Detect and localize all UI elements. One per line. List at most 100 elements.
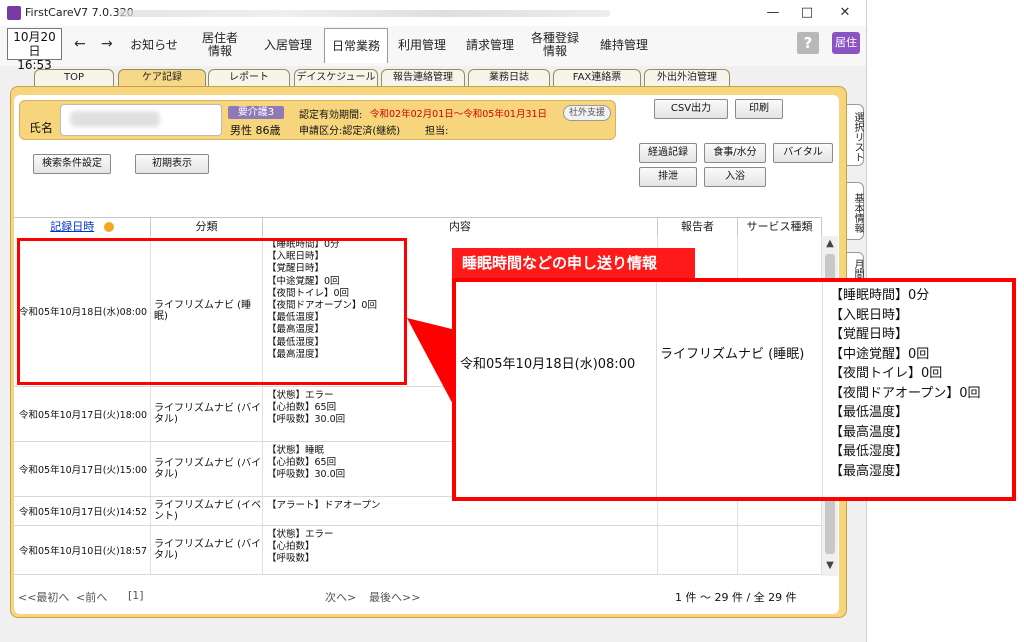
maximize-button[interactable]: □ [792, 4, 822, 22]
date-display: 10月20日 16:53 [7, 28, 62, 72]
validity-value: 令和02年02月01日～令和05年01月31日 [370, 109, 548, 120]
date-text: 10月20日 [13, 30, 56, 58]
row-service-type [738, 526, 822, 574]
forward-arrow-icon[interactable]: → [101, 36, 113, 52]
row-datetime: 令和05年10月10日(火)18:57 [14, 526, 151, 574]
menu-billing[interactable]: 請求管理 [460, 28, 520, 62]
care-level-badge: 要介護3 [228, 106, 284, 119]
tab-day-schedule[interactable]: デイスケジュール [294, 69, 378, 86]
row-datetime: 令和05年10月17日(火)15:00 [14, 442, 151, 496]
next-page-link[interactable]: 次へ> [325, 589, 356, 605]
row-content: 【アラート】ドアオープン [263, 497, 658, 525]
callout-line: 【最高温度】 [830, 424, 909, 440]
header-reporter: 報告者 [658, 218, 738, 236]
scroll-up-icon[interactable]: ▲ [822, 238, 838, 249]
progress-record-button[interactable]: 経過記録 [639, 143, 697, 163]
callout-divider [822, 282, 823, 497]
excretion-button[interactable]: 排泄 [639, 167, 697, 187]
content-line: 【状態】エラー [267, 529, 334, 540]
minimize-button[interactable]: — [758, 4, 788, 22]
menu-registration[interactable]: 各種登録 情報 [527, 28, 583, 62]
menu-usage[interactable]: 利用管理 [392, 28, 452, 62]
menu-maintenance[interactable]: 維持管理 [592, 28, 656, 62]
row-category: ライフリズムナビ (バイタル) [151, 387, 263, 441]
tab-top[interactable]: TOP [34, 69, 114, 86]
highlight-box [17, 238, 407, 385]
scroll-down-icon[interactable]: ▼ [822, 560, 838, 571]
callout-line: 【夜間トイレ】0回 [830, 366, 943, 381]
callout-line: 【夜間ドアオープン】0回 [830, 385, 981, 401]
residence-button[interactable]: 居住 [832, 32, 860, 54]
tab-outing[interactable]: 外出外泊管理 [644, 69, 730, 86]
blurred-title-info [118, 10, 610, 17]
initial-display-button[interactable]: 初期表示 [135, 154, 209, 174]
tab-fax[interactable]: FAX連絡票 [553, 69, 641, 86]
app-icon [7, 6, 21, 20]
application-status: 申請区分:認定済(継続) [299, 126, 401, 137]
row-category: ライフリズムナビ (バイタル) [151, 526, 263, 574]
bath-button[interactable]: 入浴 [704, 167, 766, 187]
row-category: ライフリズムナビ (イベント) [151, 497, 263, 525]
content-line: 【呼吸数】 [267, 553, 315, 565]
staff-label: 担当: [425, 126, 449, 137]
sort-icon[interactable] [103, 222, 114, 232]
callout-datetime: 令和05年10月18日(水)08:00 [460, 357, 636, 372]
side-tab-select-list[interactable]: 選択リスト [847, 104, 864, 166]
gender-age: 男性 86歳 [230, 124, 281, 137]
external-support-badge[interactable]: 社外支援 [563, 105, 611, 121]
table-row[interactable]: 令和05年10月17日(火)14:52 ライフリズムナビ (イベント) 【アラー… [14, 497, 822, 526]
row-service-type [738, 497, 822, 525]
blurred-name [70, 111, 160, 127]
callout-category: ライフリズムナビ (睡眠) [660, 347, 805, 362]
content-line: 【心拍数】 [267, 541, 315, 553]
menu-resident-info[interactable]: 居住者 情報 [195, 28, 245, 62]
tab-report[interactable]: レポート [208, 69, 290, 86]
last-page-link[interactable]: 最後へ>> [369, 589, 420, 605]
row-reporter [658, 497, 738, 525]
csv-export-button[interactable]: CSV出力 [654, 99, 728, 119]
side-tab-basic-info[interactable]: 基本情報 [847, 182, 864, 240]
callout-line: 【中途覚醒】0回 [830, 346, 930, 362]
callout-line: 【入眠日時】 [830, 307, 909, 323]
header-service-type: サービス種類 [738, 218, 822, 236]
header-datetime[interactable]: 記録日時 [14, 218, 151, 236]
header-category: 分類 [151, 218, 263, 236]
table-row[interactable]: 令和05年10月10日(火)18:57 ライフリズムナビ (バイタル) 【状態】… [14, 526, 822, 575]
callout-content: 【睡眠時間】0分 【入眠日時】 【覚醒日時】 【中途覚醒】0回 【夜間トイレ】0… [830, 286, 981, 481]
title-bar: FirstCareV7 7.0.320 — □ ✕ [0, 0, 866, 26]
callout-line: 【最低温度】 [830, 405, 909, 420]
content-line: 【アラート】ドアオープン [267, 500, 381, 511]
row-datetime: 令和05年10月17日(火)14:52 [14, 497, 151, 525]
close-button[interactable]: ✕ [830, 4, 860, 22]
validity-label: 認定有効期間: [299, 110, 363, 121]
back-arrow-icon[interactable]: ← [74, 36, 86, 52]
menu-notice[interactable]: お知らせ [124, 28, 184, 62]
tab-care-record[interactable]: ケア記録 [118, 69, 206, 86]
row-reporter [658, 526, 738, 574]
tab-report-contact[interactable]: 報告連絡管理 [381, 69, 465, 86]
callout-divider [656, 282, 657, 497]
menu-daily-work[interactable]: 日常業務 [324, 28, 388, 63]
callout-line: 【覚醒日時】 [830, 327, 909, 342]
help-icon[interactable]: ? [797, 32, 819, 54]
prev-page-link[interactable]: <前へ [76, 589, 107, 605]
row-content: 【状態】エラー 【心拍数】 【呼吸数】 [263, 526, 658, 574]
datetime-sort-link[interactable]: 記録日時 [50, 220, 94, 233]
vital-button[interactable]: バイタル [773, 143, 833, 163]
callout-line: 【睡眠時間】0分 [830, 288, 930, 303]
tab-work-diary[interactable]: 業務日誌 [468, 69, 550, 86]
table-header: 記録日時 分類 内容 報告者 サービス種類 [14, 217, 822, 237]
row-datetime: 令和05年10月17日(火)18:00 [14, 387, 151, 441]
current-page: [1] [128, 589, 144, 602]
print-button[interactable]: 印刷 [735, 99, 783, 119]
menu-admission[interactable]: 入居管理 [258, 28, 318, 62]
meal-water-button[interactable]: 食事/水分 [704, 143, 766, 163]
first-page-link[interactable]: <<最初へ [18, 589, 69, 605]
header-content: 内容 [263, 218, 658, 236]
record-count: 1 件 ～ 29 件 / 全 29 件 [675, 591, 797, 604]
row-category: ライフリズムナビ (バイタル) [151, 442, 263, 496]
callout-line: 【最低湿度】 [830, 444, 909, 459]
search-settings-button[interactable]: 検索条件設定 [33, 154, 111, 174]
callout-line: 【最高湿度】 [830, 463, 909, 479]
name-label: 氏名 [29, 121, 54, 135]
